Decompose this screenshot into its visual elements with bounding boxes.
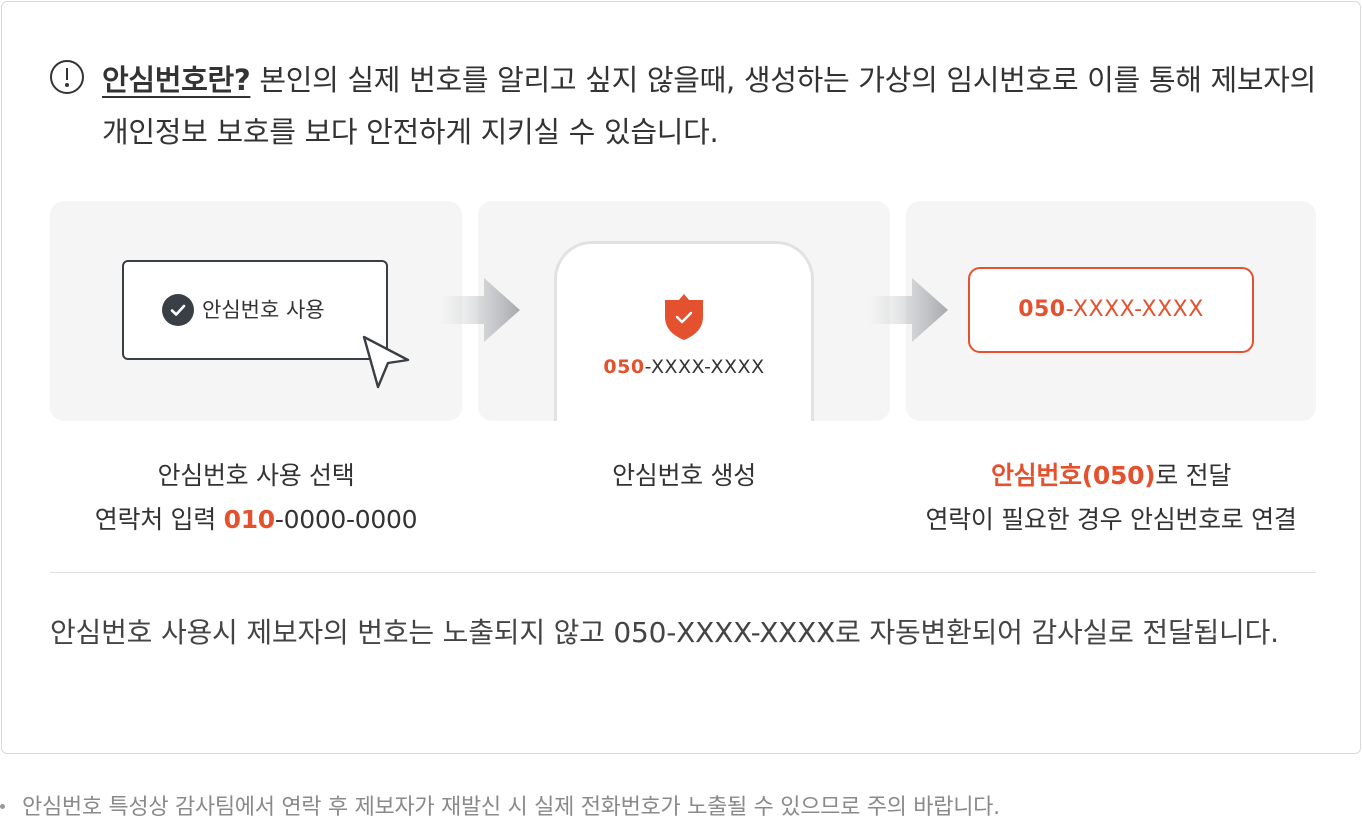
info-circle-icon bbox=[50, 60, 84, 94]
result-number: 050-XXXX-XXXX bbox=[970, 292, 1252, 328]
arrow-right-icon bbox=[868, 278, 950, 342]
caption-suffix: 로 전달 bbox=[1155, 461, 1232, 490]
safe-number-option-box: 안심번호 사용 bbox=[122, 260, 388, 360]
step-card-deliver: 050-XXXX-XXXX bbox=[906, 201, 1316, 421]
step-caption-generate-line1: 안심번호 생성 bbox=[612, 461, 756, 490]
check-circle-icon bbox=[162, 294, 194, 326]
summary-text: 안심번호 사용시 제보자의 번호는 노출되지 않고 050-XXXX-XXXX로… bbox=[50, 616, 1279, 649]
caption-suffix: -0000-0000 bbox=[274, 505, 418, 534]
result-number-rest: -XXXX-XXXX bbox=[1065, 297, 1204, 322]
caption-accent: 안심번호(050) bbox=[990, 461, 1156, 490]
safe-number-info-panel: 안심번호란? 본인의 실제 번호를 알리고 싶지 않을때, 생성하는 가상의 임… bbox=[1, 1, 1361, 754]
generated-number-rest: -XXXX-XXXX bbox=[644, 356, 765, 378]
intro-term: 안심번호란? bbox=[102, 63, 251, 97]
step-caption-deliver-line1: 안심번호(050)로 전달 bbox=[900, 454, 1322, 498]
safe-number-result-box: 050-XXXX-XXXX bbox=[968, 267, 1254, 353]
step-caption-deliver: 안심번호(050)로 전달 연락이 필요한 경우 안심번호로 연결 bbox=[900, 454, 1322, 542]
divider bbox=[50, 572, 1316, 573]
generated-number-prefix: 050 bbox=[603, 356, 645, 378]
footnote-text: 안심번호 특성상 감사팀에서 연락 후 제보자가 재발신 시 실제 전화번호가 … bbox=[22, 795, 1000, 820]
step-caption-select-line1: 안심번호 사용 선택 bbox=[157, 461, 355, 490]
phone-illustration: 050-XXXX-XXXX bbox=[554, 241, 814, 421]
mouse-pointer-icon bbox=[360, 334, 412, 390]
arrow-right-icon bbox=[440, 278, 522, 342]
step-card-generate: 050-XXXX-XXXX bbox=[478, 201, 890, 421]
bullet-icon bbox=[0, 804, 5, 809]
intro-description: 본인의 실제 번호를 알리고 싶지 않을때, 생성하는 가상의 임시번호로 이를… bbox=[102, 63, 1317, 149]
step-caption-select-line2: 연락처 입력 010-0000-0000 bbox=[50, 498, 462, 542]
generated-number: 050-XXXX-XXXX bbox=[557, 352, 811, 382]
step-caption-select: 안심번호 사용 선택 연락처 입력 010-0000-0000 bbox=[50, 454, 462, 542]
shield-check-icon bbox=[663, 293, 705, 341]
safe-number-option-label: 안심번호 사용 bbox=[202, 298, 325, 322]
intro-text: 안심번호란? 본인의 실제 번호를 알리고 싶지 않을때, 생성하는 가상의 임… bbox=[102, 54, 1322, 158]
caption-prefix: 연락처 입력 bbox=[94, 505, 224, 534]
step-caption-generate: 안심번호 생성 bbox=[478, 454, 890, 498]
caption-accent: 010 bbox=[223, 505, 276, 534]
result-number-prefix: 050 bbox=[1018, 297, 1066, 322]
step-caption-deliver-line2: 연락이 필요한 경우 안심번호로 연결 bbox=[925, 505, 1297, 534]
